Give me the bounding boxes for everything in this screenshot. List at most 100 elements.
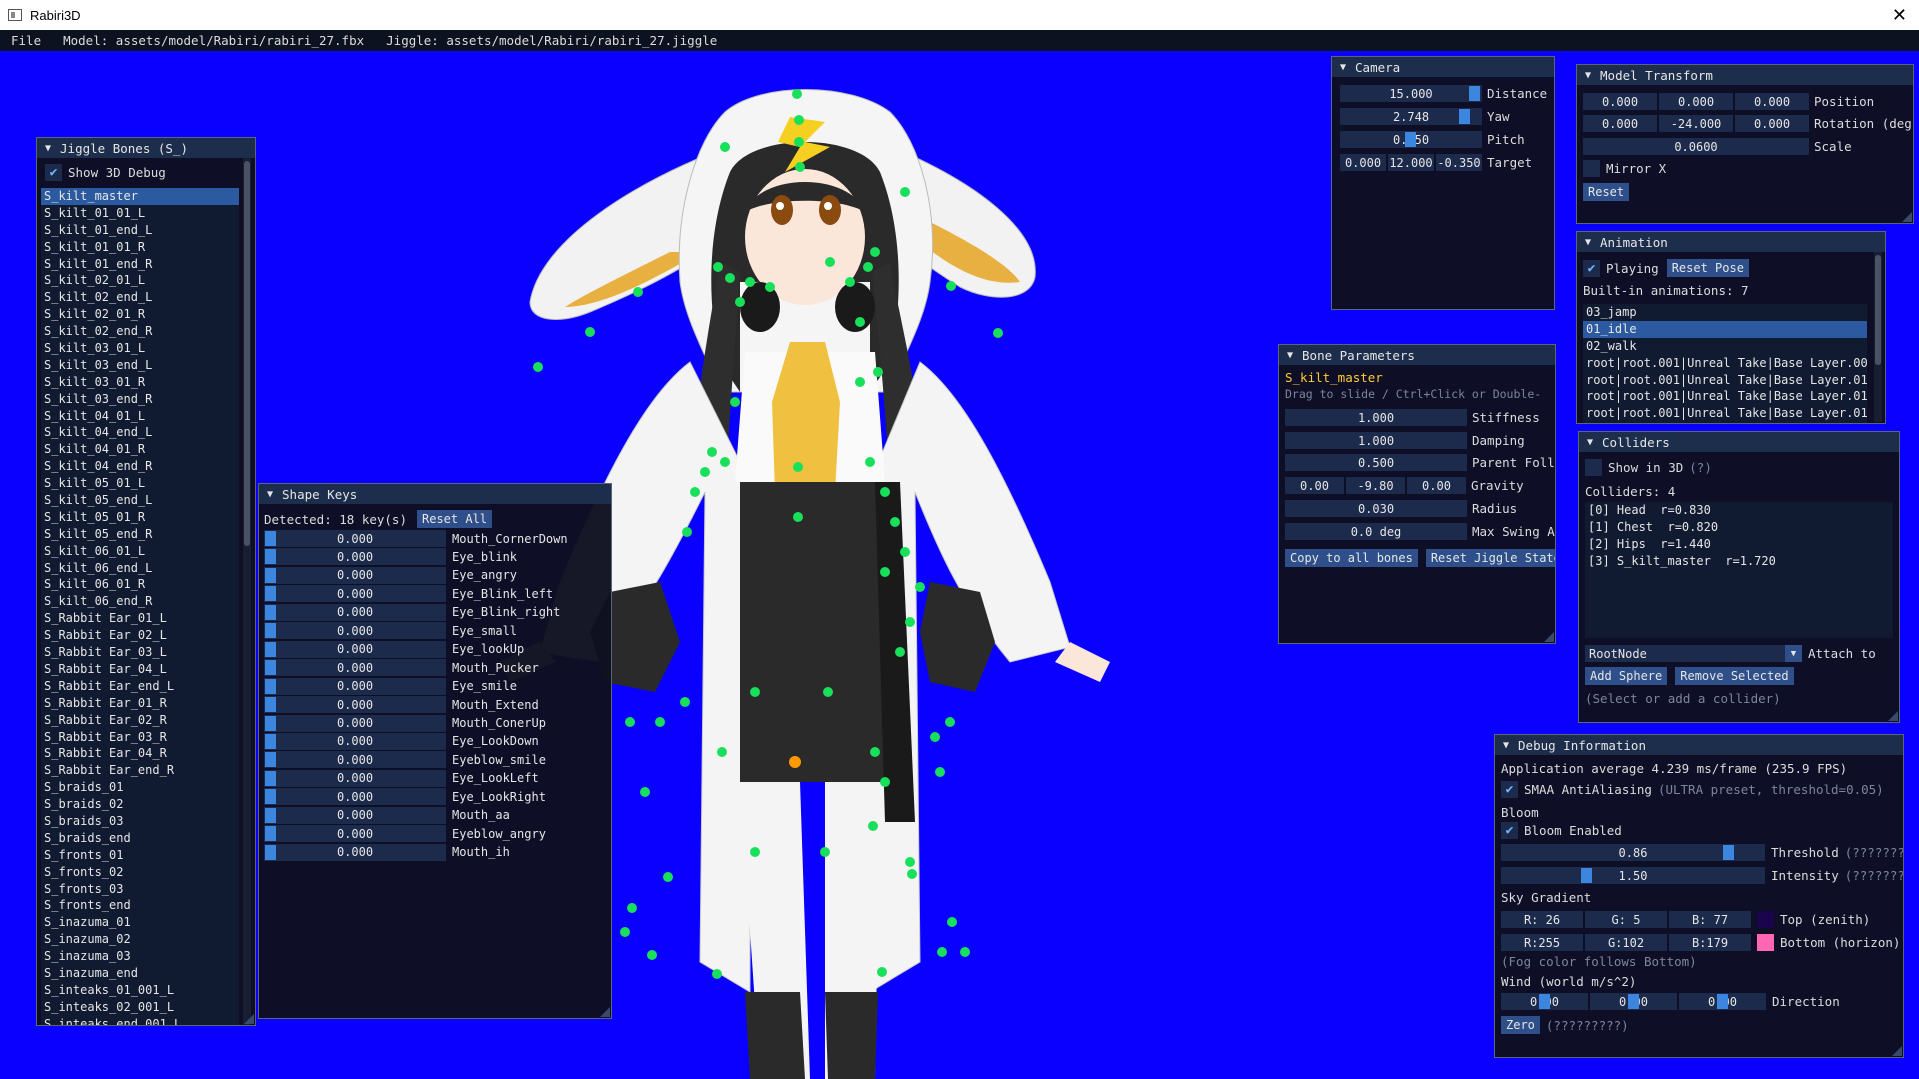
yaw-slider[interactable]: 2.748 [1340, 108, 1482, 125]
target-z-field[interactable]: -0.350 [1436, 154, 1482, 171]
animation-list-item[interactable]: 03_jamp [1583, 304, 1867, 321]
bone-list-item[interactable]: S_inteaks_end_001_L [41, 1016, 239, 1025]
top-b-field[interactable]: B: 77 [1669, 911, 1751, 928]
camera-header[interactable]: ▼ Camera [1332, 57, 1554, 77]
bone-list-item[interactable]: S_kilt_03_end_R [41, 391, 239, 408]
show-debug-checkbox[interactable]: ✔ [45, 164, 62, 181]
damping-field[interactable]: 1.000 [1285, 432, 1467, 449]
resize-grip-icon[interactable] [244, 1014, 254, 1024]
collapse-triangle-icon[interactable]: ▼ [45, 143, 51, 154]
shape-key-slider[interactable]: 0.000 [264, 603, 446, 621]
shape-key-slider[interactable]: 0.000 [264, 714, 446, 732]
bone-list-item[interactable]: S_Rabbit Ear_03_L [41, 644, 239, 661]
shape-key-slider[interactable]: 0.000 [264, 566, 446, 584]
pitch-slider[interactable]: 0.050 [1340, 131, 1482, 148]
bone-list-item[interactable]: S_kilt_02_01_L [41, 272, 239, 289]
bone-list-item[interactable]: S_kilt_06_01_L [41, 543, 239, 560]
colliders-help[interactable]: (?) [1689, 460, 1712, 475]
show-colliders-checkbox[interactable] [1585, 459, 1602, 476]
gravity-z-field[interactable]: 0.00 [1407, 477, 1466, 494]
target-x-field[interactable]: 0.000 [1340, 154, 1386, 171]
shape-key-slider[interactable]: 0.000 [264, 585, 446, 603]
animation-list-item[interactable]: root|root.001|Unreal Take|Base Layer.01 [1583, 388, 1867, 405]
add-sphere-button[interactable]: Add Sphere [1585, 667, 1668, 685]
bone-list-item[interactable]: S_inteaks_01_001_L [41, 982, 239, 999]
bone-list-item[interactable]: S_Rabbit Ear_03_R [41, 729, 239, 746]
position-x-field[interactable]: 0.000 [1583, 93, 1657, 110]
bottom-g-field[interactable]: G:102 [1585, 934, 1667, 951]
close-icon[interactable]: ✕ [1892, 5, 1907, 26]
colliders-header[interactable]: ▼ Colliders [1579, 432, 1899, 452]
resize-grip-icon[interactable] [1544, 632, 1554, 642]
max-swing-field[interactable]: 0.0 deg [1285, 523, 1467, 540]
bone-list-item[interactable]: S_inazuma_02 [41, 931, 239, 948]
collider-list-item[interactable]: [2] Hips r=1.440 [1585, 536, 1893, 553]
animation-list-item[interactable]: root|root.001|Unreal Take|Base Layer.01 [1583, 372, 1867, 389]
bone-list-item[interactable]: S_kilt_01_01_L [41, 205, 239, 222]
animation-list-item[interactable]: 01_idle [1583, 320, 1867, 338]
bone-list-item[interactable]: S_kilt_03_01_L [41, 340, 239, 357]
shape-key-slider[interactable]: 0.000 [264, 825, 446, 843]
collider-list[interactable]: [0] Head r=0.830 [1] Chest r=0.820 [2] Hip… [1585, 502, 1893, 638]
resize-grip-icon[interactable] [600, 1007, 610, 1017]
bone-list-item[interactable]: S_kilt_05_end_R [41, 526, 239, 543]
bone-list-item[interactable]: S_Rabbit Ear_04_L [41, 661, 239, 678]
bone-list-item[interactable]: S_kilt_06_01_R [41, 576, 239, 593]
collapse-triangle-icon[interactable]: ▼ [267, 489, 273, 500]
bone-list-item[interactable]: S_fronts_02 [41, 864, 239, 881]
bone-list-item[interactable]: S_kilt_04_end_L [41, 424, 239, 441]
collider-list-item[interactable]: [3] S_kilt_master r=1.720 [1585, 553, 1893, 570]
bone-list-item[interactable]: S_kilt_04_01_R [41, 441, 239, 458]
bone-list-scrollbar[interactable] [243, 158, 251, 1025]
smaa-checkbox[interactable]: ✔ [1501, 781, 1518, 798]
collider-list-item[interactable]: [0] Head r=0.830 [1585, 502, 1893, 519]
model-transform-header[interactable]: ▼ Model Transform [1577, 65, 1913, 85]
radius-field[interactable]: 0.030 [1285, 500, 1467, 517]
bone-list-item[interactable]: S_Rabbit Ear_04_R [41, 745, 239, 762]
bone-list-item[interactable]: S_kilt_05_end_L [41, 492, 239, 509]
transform-reset-button[interactable]: Reset [1583, 183, 1630, 201]
bone-list-item[interactable]: S_Rabbit Ear_02_R [41, 712, 239, 729]
position-z-field[interactable]: 0.000 [1735, 93, 1809, 110]
bone-list-item[interactable]: S_kilt_05_01_L [41, 475, 239, 492]
bone-parameters-header[interactable]: ▼ Bone Parameters [1279, 345, 1555, 365]
shape-key-slider[interactable]: 0.000 [264, 696, 446, 714]
collapse-triangle-icon[interactable]: ▼ [1585, 70, 1591, 81]
collapse-triangle-icon[interactable]: ▼ [1587, 437, 1593, 448]
bone-list-item[interactable]: S_kilt_01_01_R [41, 239, 239, 256]
show-debug-row[interactable]: ✔ Show 3D Debug [45, 164, 166, 181]
bone-list-item[interactable]: S_Rabbit Ear_01_L [41, 610, 239, 627]
bone-list-item[interactable]: S_inazuma_03 [41, 948, 239, 965]
bone-list-item[interactable]: S_inteaks_02_001_L [41, 999, 239, 1016]
bone-list-item[interactable]: S_kilt_03_end_L [41, 357, 239, 374]
shape-key-slider[interactable]: 0.000 [264, 806, 446, 824]
animation-header[interactable]: ▼ Animation [1577, 232, 1885, 252]
reset-pose-button[interactable]: Reset Pose [1666, 259, 1749, 277]
bone-list-item[interactable]: S_kilt_04_01_L [41, 408, 239, 425]
shape-keys-header[interactable]: ▼ Shape Keys [259, 484, 611, 504]
shape-key-slider[interactable]: 0.000 [264, 548, 446, 566]
target-y-field[interactable]: 12.000 [1388, 154, 1434, 171]
bone-list[interactable]: S_kilt_master S_kilt_01_01_L S_kilt_01_end… [41, 188, 239, 1025]
bone-list-item[interactable]: S_inazuma_01 [41, 914, 239, 931]
animation-scrollbar[interactable] [1874, 252, 1882, 422]
stiffness-field[interactable]: 1.000 [1285, 409, 1467, 426]
rotation-y-field[interactable]: -24.000 [1659, 115, 1733, 132]
jiggle-bones-header[interactable]: ▼ Jiggle Bones (S_) [37, 138, 255, 158]
bone-list-item[interactable]: S_kilt_02_01_R [41, 306, 239, 323]
rotation-z-field[interactable]: 0.000 [1735, 115, 1809, 132]
wind-x-slider[interactable]: 0.00 [1501, 993, 1588, 1010]
bone-list-item[interactable]: S_braids_03 [41, 813, 239, 830]
scale-field[interactable]: 0.0600 [1583, 138, 1809, 155]
position-y-field[interactable]: 0.000 [1659, 93, 1733, 110]
bone-list-item[interactable]: S_Rabbit Ear_01_R [41, 695, 239, 712]
gravity-x-field[interactable]: 0.00 [1285, 477, 1344, 494]
collapse-triangle-icon[interactable]: ▼ [1340, 62, 1346, 73]
copy-to-all-bones-button[interactable]: Copy to all bones [1285, 549, 1418, 567]
bone-list-item[interactable]: S_braids_01 [41, 779, 239, 796]
bone-list-item[interactable]: S_kilt_04_end_R [41, 458, 239, 475]
wind-z-slider[interactable]: 0.00 [1679, 993, 1766, 1010]
shape-key-slider[interactable]: 0.000 [264, 530, 446, 547]
gravity-y-field[interactable]: -9.80 [1346, 477, 1405, 494]
chevron-down-icon[interactable]: ▼ [1785, 645, 1802, 662]
